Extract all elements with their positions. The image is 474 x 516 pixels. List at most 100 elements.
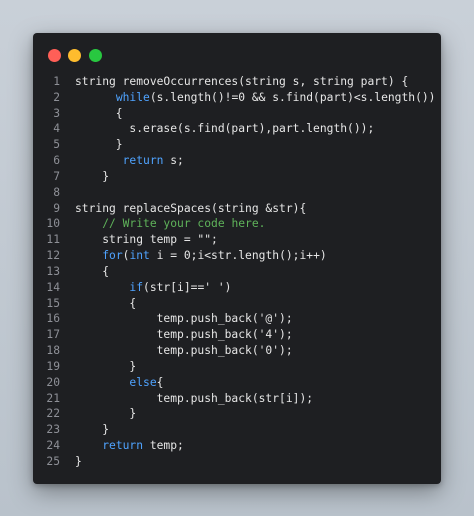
line-source: } bbox=[75, 422, 109, 438]
code-line: 24 return temp; bbox=[33, 438, 441, 454]
line-source: } bbox=[75, 169, 109, 185]
window-titlebar bbox=[33, 33, 441, 77]
line-source: temp.push_back('4'); bbox=[75, 327, 293, 343]
code-line: 14 if(str[i]==' ') bbox=[33, 280, 441, 296]
keyword-token: if bbox=[129, 280, 144, 294]
line-number: 10 bbox=[46, 217, 60, 231]
code-line: 22 } bbox=[33, 406, 441, 422]
line-number: 20 bbox=[46, 375, 60, 389]
minimize-button[interactable] bbox=[68, 49, 81, 62]
line-number: 22 bbox=[46, 407, 60, 421]
code-line: 2 while(s.length()!=0 && s.find(part)<s.… bbox=[33, 90, 441, 106]
line-source: // Write your code here. bbox=[75, 216, 265, 232]
code-line: 16 temp.push_back('@'); bbox=[33, 311, 441, 327]
code-token: { bbox=[75, 264, 110, 278]
code-line: 17 temp.push_back('4'); bbox=[33, 327, 441, 343]
line-number: 17 bbox=[46, 328, 60, 342]
code-line: 11 string temp = ""; bbox=[33, 232, 441, 248]
code-line: 25} bbox=[33, 454, 441, 470]
code-line: 21 temp.push_back(str[i]); bbox=[33, 391, 441, 407]
keyword-token: int bbox=[129, 249, 150, 263]
code-line: 12 for(int i = 0;i<str.length();i++) bbox=[33, 248, 441, 264]
code-line: 13 { bbox=[33, 264, 441, 280]
code-token: { bbox=[75, 296, 137, 310]
code-token: } bbox=[75, 423, 110, 437]
code-line: 7 } bbox=[33, 169, 441, 185]
line-source: while(s.length()!=0 && s.find(part)<s.le… bbox=[75, 90, 436, 106]
code-line: 9 string replaceSpaces(string &str){ bbox=[33, 201, 441, 217]
code-line: 3 { bbox=[33, 106, 441, 122]
code-line: 5 } bbox=[33, 137, 441, 153]
line-number: 13 bbox=[46, 264, 60, 278]
line-number: 4 bbox=[53, 122, 60, 136]
code-token: { bbox=[75, 106, 123, 120]
code-token: temp.push_back('0'); bbox=[75, 344, 293, 358]
code-line: 15 { bbox=[33, 296, 441, 312]
line-source: for(int i = 0;i<str.length();i++) bbox=[75, 248, 327, 264]
line-source: temp.push_back(str[i]); bbox=[75, 391, 313, 407]
line-source: return temp; bbox=[75, 438, 184, 454]
line-number: 9 bbox=[53, 201, 60, 215]
line-source: string removeOccurrences(string s, strin… bbox=[75, 74, 408, 90]
code-token: (s.length()!=0 && s.find(part)<s.length(… bbox=[149, 90, 436, 104]
code-block: 1 string removeOccurrences(string s, stri… bbox=[33, 74, 441, 470]
line-number: 5 bbox=[53, 138, 60, 152]
keyword-token: for bbox=[102, 249, 123, 263]
line-number: 18 bbox=[46, 344, 60, 358]
line-number: 6 bbox=[53, 154, 60, 168]
code-token: } bbox=[75, 454, 82, 468]
code-token: } bbox=[75, 359, 137, 373]
line-source: } bbox=[75, 137, 123, 153]
code-token: string temp = ""; bbox=[75, 233, 218, 247]
keyword-token: else bbox=[129, 375, 157, 389]
line-source: if(str[i]==' ') bbox=[75, 280, 231, 296]
line-number: 7 bbox=[53, 169, 60, 183]
code-token: s; bbox=[163, 154, 184, 168]
code-line: 18 temp.push_back('0'); bbox=[33, 343, 441, 359]
line-source: else{ bbox=[75, 375, 163, 391]
line-source: string replaceSpaces(string &str){ bbox=[75, 201, 306, 217]
code-line: 23 } bbox=[33, 422, 441, 438]
line-source: string temp = ""; bbox=[75, 232, 218, 248]
code-line: 1 string removeOccurrences(string s, stri… bbox=[33, 74, 441, 90]
code-line: 8 bbox=[33, 185, 441, 201]
line-number: 25 bbox=[46, 454, 60, 468]
comment-token: // Write your code here. bbox=[102, 217, 266, 231]
line-source: { bbox=[75, 296, 136, 312]
close-button[interactable] bbox=[48, 49, 61, 62]
line-source: { bbox=[75, 264, 109, 280]
keyword-token: return bbox=[102, 439, 144, 453]
line-source: } bbox=[75, 359, 136, 375]
maximize-button[interactable] bbox=[89, 49, 102, 62]
code-line: 19 } bbox=[33, 359, 441, 375]
line-number: 8 bbox=[53, 185, 60, 199]
line-number: 12 bbox=[46, 249, 60, 263]
line-source: { bbox=[75, 106, 123, 122]
code-token: temp.push_back('@'); bbox=[75, 312, 293, 326]
line-number: 16 bbox=[46, 312, 60, 326]
line-number: 23 bbox=[46, 423, 60, 437]
line-source: } bbox=[75, 406, 136, 422]
code-token: } bbox=[75, 138, 123, 152]
line-source: return s; bbox=[75, 153, 184, 169]
code-token: } bbox=[75, 407, 137, 421]
line-number: 24 bbox=[46, 439, 60, 453]
code-token: temp.push_back(str[i]); bbox=[75, 391, 314, 405]
line-number: 15 bbox=[46, 296, 60, 310]
line-source: } bbox=[75, 454, 82, 470]
keyword-token: while bbox=[115, 90, 150, 104]
code-window: 1 string removeOccurrences(string s, stri… bbox=[33, 33, 441, 484]
line-number: 11 bbox=[46, 233, 60, 247]
line-number: 1 bbox=[53, 75, 60, 88]
code-line: 6 return s; bbox=[33, 153, 441, 169]
line-number: 14 bbox=[46, 280, 60, 294]
code-token: i = 0;i<str.length();i++) bbox=[149, 249, 327, 263]
code-token: temp; bbox=[143, 439, 184, 453]
code-token: { bbox=[156, 375, 164, 389]
